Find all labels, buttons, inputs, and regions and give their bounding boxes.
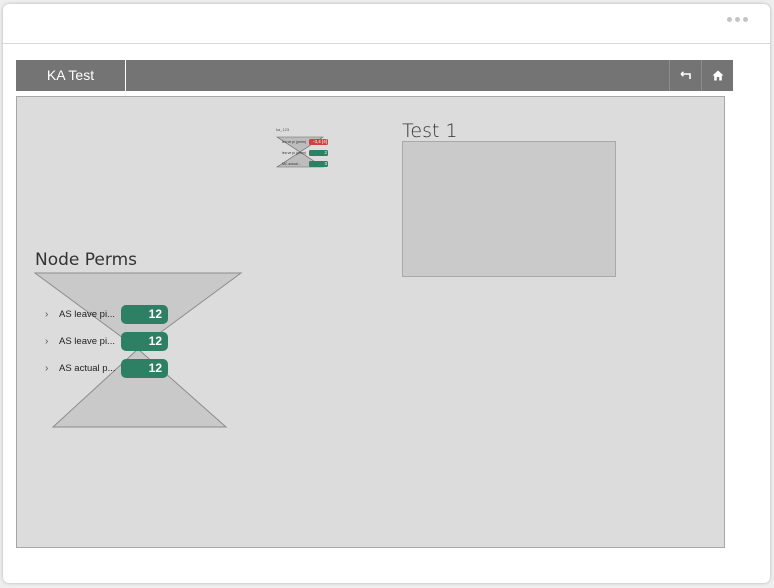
list-item[interactable]: › AS leave pi... 12 — [45, 332, 168, 351]
perm-count-badge: 12 — [121, 359, 168, 378]
thumbnail-row-1: lea ve pi (perm) — [282, 140, 307, 144]
chevron-right-icon[interactable]: › — [45, 363, 59, 374]
more-dots-icon[interactable] — [727, 17, 748, 22]
perm-label: AS leave pi... — [59, 336, 115, 347]
thumbnail-badge-3: 3 — [309, 161, 328, 167]
dashboard-canvas: ka_123 lea ve pi (perm) -3,4 [4] lea ve … — [16, 96, 725, 548]
back-button[interactable] — [669, 60, 702, 91]
thumbnail-row-2: lea ve pi (perm) — [282, 151, 307, 155]
perm-count-badge: 12 — [121, 332, 168, 351]
thumbnail-badge-1: -3,4 [4] — [309, 139, 328, 145]
chevron-right-icon[interactable]: › — [45, 336, 59, 347]
perm-label: AS leave pi... — [59, 309, 115, 320]
chevron-right-icon[interactable]: › — [45, 309, 59, 320]
list-item[interactable]: › AS leave pi... 12 — [45, 305, 168, 324]
thumbnail-widget[interactable]: ka_123 lea ve pi (perm) -3,4 [4] lea ve … — [275, 127, 330, 172]
perm-label: AS actual p... — [59, 363, 116, 374]
home-button[interactable] — [701, 60, 734, 91]
card-header — [3, 4, 770, 44]
perm-count-badge: 12 — [121, 305, 168, 324]
thumbnail-badge-2: 2 — [309, 150, 328, 156]
node-perms-title: Node Perms — [35, 250, 137, 270]
list-item[interactable]: › AS actual p... 12 — [45, 359, 168, 378]
test-widget-title: Test 1 — [402, 120, 458, 142]
back-arrow-icon — [680, 70, 691, 79]
thumbnail-row-3: MC actual... — [282, 162, 301, 166]
toolbar-title: KA Test — [16, 60, 126, 91]
home-icon — [712, 70, 724, 81]
toolbar: KA Test — [16, 60, 733, 91]
test-widget[interactable] — [402, 141, 616, 277]
